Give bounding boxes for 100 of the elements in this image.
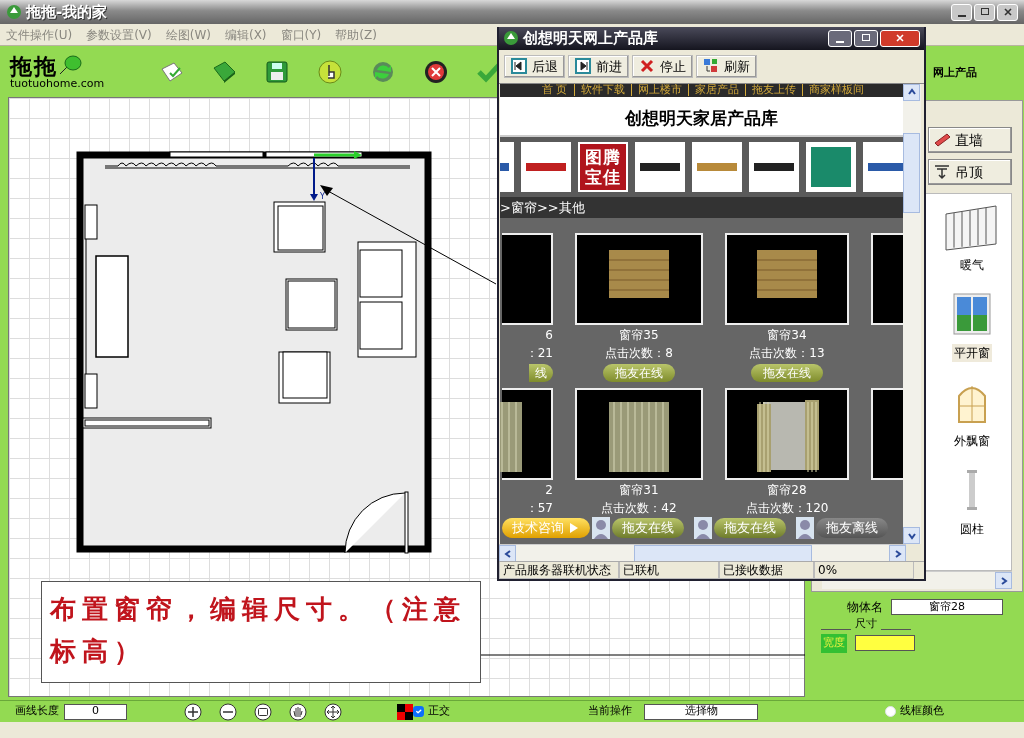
play-icon <box>570 522 578 533</box>
length-field[interactable]: 0 <box>64 703 127 720</box>
scroll-right-button[interactable] <box>995 572 1012 589</box>
scroll-down-button[interactable] <box>903 527 920 544</box>
save-icon[interactable] <box>264 58 290 85</box>
close-icon[interactable] <box>423 58 449 85</box>
brand-logo[interactable] <box>863 141 903 192</box>
status-text: 已联机 <box>619 562 719 579</box>
nav-link[interactable]: 软件下载 <box>573 84 631 97</box>
product-name: 2 <box>545 482 553 498</box>
maximize-button[interactable] <box>854 29 878 47</box>
scroll-up-button[interactable] <box>903 83 920 101</box>
logo-mark: 拖拖 <box>10 53 58 78</box>
shelf[interactable] <box>82 417 212 429</box>
product-name: 6 <box>545 327 553 343</box>
color-swatch-icon[interactable] <box>397 703 413 720</box>
zoom-in-icon[interactable] <box>184 702 202 721</box>
minimize-icon <box>836 40 844 43</box>
tool-button[interactable]: 直墙 <box>928 127 1012 153</box>
close-icon <box>1001 6 1014 18</box>
back-button[interactable]: 后退 <box>504 54 565 78</box>
product-photo[interactable] <box>871 387 903 480</box>
item-label[interactable]: 圆柱 <box>958 520 986 538</box>
group-label: 尺寸 <box>851 616 881 633</box>
close-button[interactable] <box>997 3 1018 21</box>
click-count: 点击次数：8 <box>605 345 673 361</box>
item-label[interactable]: 外飘窗 <box>952 432 992 450</box>
click-count: ：57 <box>525 500 553 516</box>
product-photo[interactable] <box>575 232 703 325</box>
product-name: 窗帘31 <box>619 482 659 498</box>
ortho-checkbox[interactable] <box>413 706 424 717</box>
armchair[interactable] <box>285 278 338 331</box>
checkbox-label: 正交 <box>428 703 450 720</box>
hand-icon[interactable] <box>289 702 307 721</box>
app-icon <box>6 4 22 20</box>
status-text: 0% <box>814 562 914 579</box>
axis-label: Y <box>320 192 325 201</box>
product-photo[interactable] <box>725 387 849 480</box>
move-icon[interactable] <box>324 702 342 721</box>
click-count: ：21 <box>525 345 553 361</box>
nav-link[interactable]: 网上楼市 <box>630 84 688 97</box>
x-axis-arrow[interactable] <box>314 151 362 159</box>
brand-logo[interactable] <box>749 141 799 192</box>
fit-icon[interactable] <box>254 702 272 721</box>
name-field[interactable]: 窗帘28 <box>891 599 1003 615</box>
balloon-icon <box>58 53 82 76</box>
app-icon <box>503 30 519 47</box>
operation-field: 选择物 <box>644 703 758 720</box>
nav-link[interactable]: 商家样板间 <box>801 84 870 97</box>
armchair[interactable] <box>278 351 331 404</box>
radio-label: 线框颜色 <box>900 703 944 720</box>
width-field[interactable] <box>855 635 915 652</box>
product-name: 窗帘34 <box>767 327 807 343</box>
minimize-button[interactable] <box>828 29 852 47</box>
brand-logo[interactable]: 图腾宝佳 <box>578 141 628 192</box>
minimize-button[interactable] <box>951 3 972 21</box>
product-photo[interactable] <box>871 232 903 325</box>
nav-link[interactable]: 家居产品 <box>687 84 745 97</box>
nav-link[interactable]: 首 页 <box>536 84 574 97</box>
click-count: 点击次数：42 <box>601 500 677 516</box>
offline-button[interactable]: 拖友离线 <box>816 517 888 538</box>
forward-button[interactable]: 前进 <box>568 54 629 78</box>
product-name: 窗帘35 <box>619 327 659 343</box>
armchair[interactable] <box>273 201 326 253</box>
brand-logo[interactable] <box>635 141 685 192</box>
refresh-icon <box>703 58 719 75</box>
nav-link[interactable]: 拖友上传 <box>744 84 802 97</box>
close-button[interactable] <box>880 29 920 47</box>
door[interactable] <box>344 491 409 554</box>
maximize-button[interactable] <box>974 3 995 21</box>
field-label: 物体名 <box>847 599 883 616</box>
horizontal-scrollbar[interactable] <box>499 544 906 561</box>
cabinet[interactable] <box>95 255 129 358</box>
scroll-thumb[interactable] <box>903 132 920 213</box>
avatar-icon <box>592 516 610 539</box>
refresh-button[interactable]: 刷新 <box>696 54 757 78</box>
item-label[interactable]: 平开窗 <box>952 344 992 362</box>
tool-button[interactable]: 吊顶 <box>928 159 1012 185</box>
product-photo[interactable] <box>502 387 553 480</box>
annotation-text: 布置窗帘，编辑尺寸。（注意标高） <box>50 593 467 668</box>
sofa[interactable] <box>357 241 417 358</box>
stop-button[interactable]: 停止 <box>632 54 693 78</box>
radio-button[interactable] <box>885 706 896 717</box>
zoom-out-icon[interactable] <box>219 702 237 721</box>
brand-logo[interactable] <box>521 141 571 192</box>
window-title: 拖拖-我的家 <box>26 1 108 23</box>
item-label[interactable]: 暖气 <box>958 256 986 274</box>
breadcrumb: >窗帘>>其他 <box>500 198 585 217</box>
field-label: 宽度 <box>821 634 847 653</box>
popup-title: 创想明天网上产品库 <box>523 28 658 50</box>
product-photo[interactable] <box>725 232 849 325</box>
y-axis-arrow[interactable] <box>310 157 318 201</box>
product-photo[interactable] <box>575 387 703 480</box>
window[interactable] <box>169 151 363 158</box>
curtain[interactable] <box>104 162 411 169</box>
vertical-scrollbar[interactable] <box>903 83 921 544</box>
panel-header: 网上产品 <box>933 64 977 81</box>
product-photo[interactable] <box>502 232 553 325</box>
tv-stand[interactable] <box>84 204 98 409</box>
page-heading: 创想明天家居产品库 <box>625 107 778 131</box>
